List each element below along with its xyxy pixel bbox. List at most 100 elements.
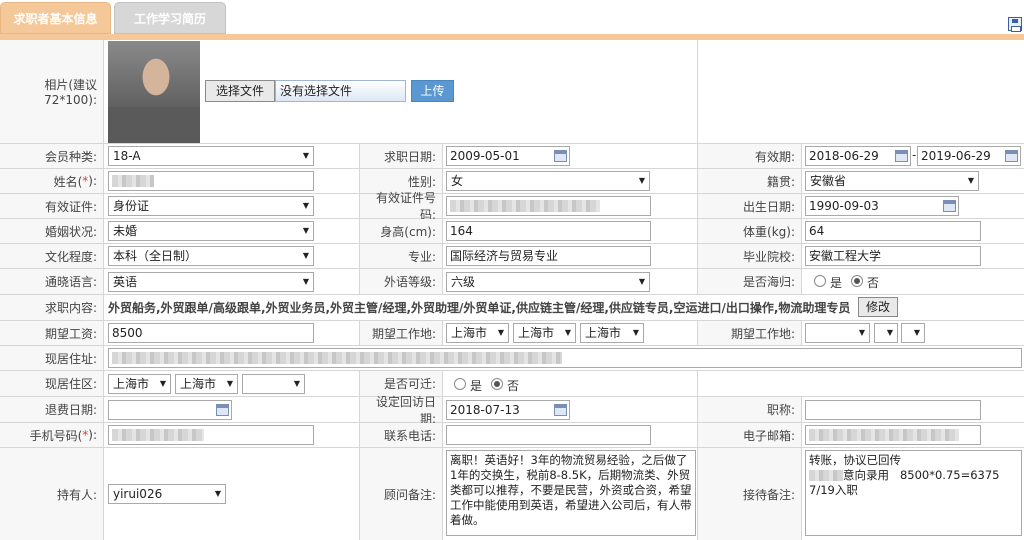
validity-start-value: 2018-06-29 (809, 149, 879, 163)
relocate-yes-label: 是 (470, 379, 483, 393)
photo-cell: 选择文件 没有选择文件 上传 (104, 40, 698, 143)
reception-note-calc: 8500*0.75=6375 (899, 468, 1000, 482)
mobile-input[interactable] (108, 425, 314, 445)
calendar-icon[interactable] (1005, 150, 1018, 162)
tab-bar: 求职者基本信息 工作学习简历 (0, 0, 1024, 40)
returnee-yes-label: 是 (830, 276, 843, 290)
mobile-label-end: ): (88, 428, 97, 442)
modify-button[interactable]: 修改 (858, 297, 898, 317)
title-label: 职称: (698, 397, 802, 422)
validity-label: 有效期: (698, 144, 802, 168)
save-icon[interactable] (1008, 17, 1022, 32)
height-input[interactable]: 164 (446, 221, 651, 241)
calendar-icon[interactable] (943, 200, 956, 212)
native-place-select[interactable]: 安徽省 (805, 171, 979, 191)
id-number-input[interactable] (446, 196, 651, 216)
work-place2-label: 期望工作地: (698, 321, 802, 345)
work-place2-district-select[interactable] (901, 323, 925, 343)
birth-date-input[interactable]: 1990-09-03 (805, 196, 959, 216)
row-language: 通晓语言: 英语 外语等级: 六级 是否海归: 是 否 (0, 269, 1024, 295)
choose-file-button[interactable]: 选择文件 (205, 80, 275, 102)
file-status-text: 没有选择文件 (275, 80, 406, 102)
row-contact: 手机号码(*): 联系电话: 电子邮箱: (0, 423, 1024, 448)
name-input[interactable] (108, 171, 314, 191)
school-label: 毕业院校: (698, 244, 802, 268)
marital-select[interactable]: 未婚 (108, 221, 314, 241)
relocate-yes-radio[interactable] (454, 378, 466, 390)
relocate-no-label: 否 (507, 379, 520, 393)
address-input[interactable] (108, 348, 1022, 368)
returnee-no-radio[interactable] (851, 275, 863, 287)
school-input[interactable]: 安徽工程大学 (805, 246, 981, 266)
holder-select[interactable]: yirui026 (108, 484, 226, 504)
work-place-label: 期望工作地: (360, 321, 443, 345)
validity-end-input[interactable]: 2019-06-29 (917, 146, 1021, 166)
weight-input[interactable]: 64 (805, 221, 981, 241)
calendar-icon[interactable] (554, 404, 567, 416)
major-input[interactable]: 国际经济与贸易专业 (446, 246, 651, 266)
row-name: 姓名(*): 性别: 女 籍贯: 安徽省 (0, 169, 1024, 194)
reception-note-line1: 转账，协议已回传 (809, 453, 901, 467)
redacted-address (112, 352, 562, 364)
consultant-note-textarea[interactable]: 离职！英语好！3年的物流贸易经验，之后做了1年的交换生，税前8-8.5K，后期物… (446, 450, 696, 536)
apply-date-value: 2009-05-01 (450, 149, 520, 163)
work-place-district-select[interactable]: 上海市 (580, 323, 644, 343)
row-salary: 期望工资: 8500 期望工作地: 上海市 上海市 上海市 期望工作地: (0, 321, 1024, 346)
work-place2-city-select[interactable] (874, 323, 898, 343)
email-label: 电子邮箱: (698, 423, 802, 447)
name-label-text: 姓名( (53, 174, 83, 189)
education-select[interactable]: 本科（全日制） (108, 246, 314, 266)
reception-note-label: 接待备注: (698, 448, 802, 540)
reception-note-line2: 意向录用 8500*0.75=6375 (809, 468, 1018, 483)
id-type-select[interactable]: 身份证 (108, 196, 314, 216)
work-place-city-select[interactable]: 上海市 (513, 323, 576, 343)
language-level-label: 外语等级: (360, 269, 443, 294)
relocate-no-radio[interactable] (491, 378, 503, 390)
language-select[interactable]: 英语 (108, 272, 314, 292)
major-label: 专业: (360, 244, 443, 268)
phone-input[interactable] (446, 425, 651, 445)
calendar-icon[interactable] (216, 404, 229, 416)
work-place2-province-select[interactable] (805, 323, 870, 343)
candidate-photo (108, 41, 200, 143)
tab-basic-info[interactable]: 求职者基本信息 (0, 2, 111, 34)
member-type-select[interactable]: 18-A (108, 146, 314, 166)
tab-work-study-resume[interactable]: 工作学习简历 (114, 2, 226, 34)
calendar-icon[interactable] (895, 150, 908, 162)
salary-input[interactable]: 8500 (108, 323, 314, 343)
mobile-label-text: 手机号码( (29, 428, 83, 443)
redacted-mobile (112, 429, 204, 441)
visit-date-value: 2018-07-13 (450, 403, 520, 417)
work-place-province-select[interactable]: 上海市 (446, 323, 509, 343)
apply-date-input[interactable]: 2009-05-01 (446, 146, 570, 166)
title-input[interactable] (805, 400, 981, 420)
birth-date-value: 1990-09-03 (809, 199, 879, 213)
language-level-select[interactable]: 六级 (446, 272, 650, 292)
returnee-yes-radio[interactable] (814, 275, 826, 287)
salary-label: 期望工资: (0, 321, 104, 345)
district-area-select[interactable] (242, 374, 305, 394)
calendar-icon[interactable] (554, 150, 567, 162)
returnee-no-label: 否 (867, 276, 880, 290)
row-job-intent: 求职内容: 外贸船务,外贸跟单/高级跟单,外贸业务员,外贸主管/经理,外贸助理/… (0, 295, 1024, 321)
district-city-select[interactable]: 上海市 (175, 374, 238, 394)
validity-end-value: 2019-06-29 (921, 149, 991, 163)
visit-date-input[interactable]: 2018-07-13 (446, 400, 570, 420)
row-education: 文化程度: 本科（全日制） 专业: 国际经济与贸易专业 毕业院校: 安徽工程大学 (0, 244, 1024, 269)
validity-start-input[interactable]: 2018-06-29 (805, 146, 911, 166)
validity-separator: - (912, 148, 917, 162)
language-label: 通晓语言: (0, 269, 104, 294)
name-label-end: ): (88, 174, 97, 188)
district-province-select[interactable]: 上海市 (108, 374, 171, 394)
visit-date-label: 设定回访日期: (360, 395, 443, 426)
refund-date-label: 退费日期: (0, 397, 104, 422)
weight-label: 体重(kg): (698, 219, 802, 243)
upload-button[interactable]: 上传 (411, 80, 454, 102)
native-place-label: 籍贯: (698, 169, 802, 193)
gender-select[interactable]: 女 (446, 171, 650, 191)
row-notes: 持有人: yirui026 顾问备注: 离职！英语好！3年的物流贸易经验，之后做… (0, 448, 1024, 540)
email-input[interactable] (805, 425, 981, 445)
refund-date-input[interactable] (108, 400, 232, 420)
reception-note-textarea[interactable]: 转账，协议已回传 意向录用 8500*0.75=6375 7/19入职 (805, 450, 1022, 536)
mobile-label: 手机号码(*): (0, 423, 104, 447)
